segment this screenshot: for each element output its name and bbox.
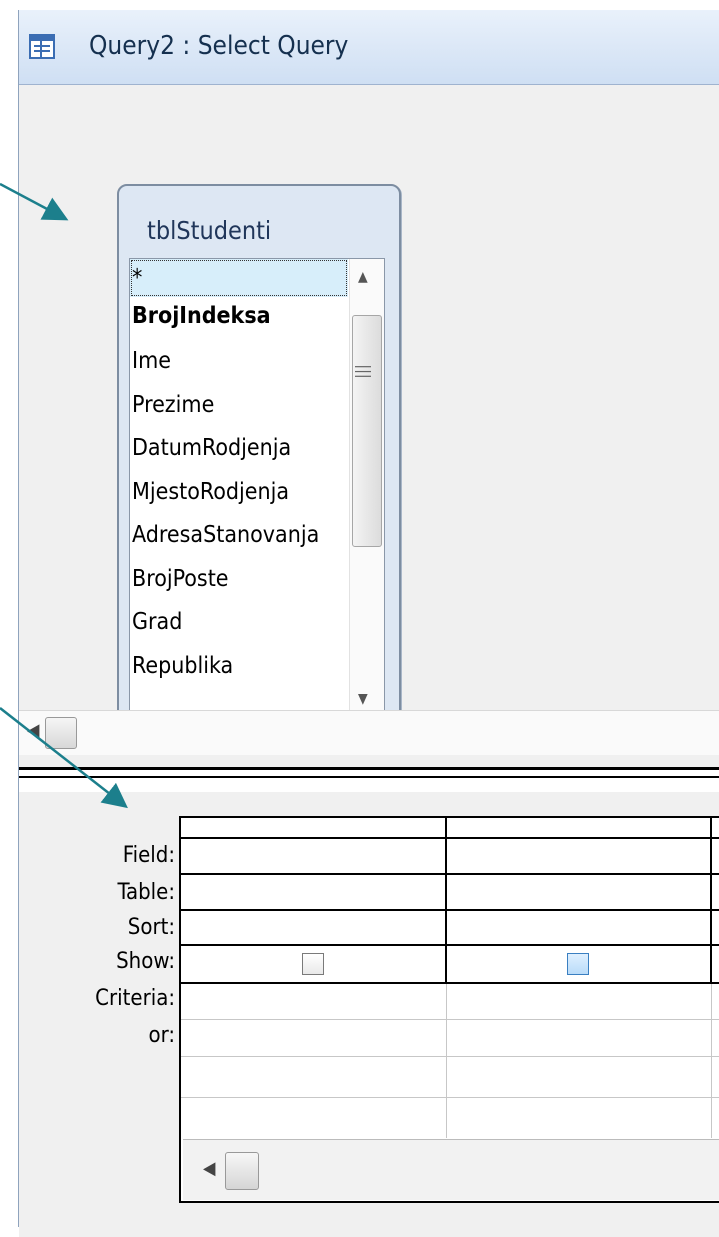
grid-line [181,982,719,984]
grid-line [181,944,719,946]
field-list-item[interactable]: BrojIndeksa [130,297,348,335]
row-label-sort: Sort: [127,915,175,940]
table-pane-hscrollbar[interactable]: ◀ [19,710,719,755]
field-list-scrollbar[interactable]: ▲ ||| ▼ [349,259,384,715]
title-bar[interactable]: Query2 : Select Query [19,10,719,85]
scrollbar-thumb[interactable] [225,1152,259,1190]
table-name: tblStudenti [147,216,272,245]
grid-line [181,1097,719,1098]
field-list-item[interactable]: Grad [130,603,348,641]
pane-splitter[interactable] [19,767,719,795]
arrow-down-icon[interactable]: ▼ [358,691,368,707]
row-label-field: Field: [122,843,175,868]
table-field-list[interactable]: tblStudenti * BrojIndeksa Ime Prezime Da… [117,184,401,744]
row-label-table: Table: [117,880,176,905]
grid-line [181,873,719,875]
arrow-left-icon[interactable]: ◀ [27,720,39,741]
grid-column-divider [446,984,447,1138]
field-list-item[interactable]: DatumRodjenja [130,429,348,467]
field-list[interactable]: * BrojIndeksa Ime Prezime DatumRodjenja … [129,258,385,716]
arrow-left-icon[interactable]: ◀ [203,1158,215,1179]
grip-icon: ||| [354,364,374,379]
arrow-up-icon[interactable]: ▲ [358,269,368,285]
grid-line [181,1056,719,1057]
design-grid[interactable]: ◀ [179,816,719,1203]
window-title: Query2 : Select Query [89,31,349,61]
show-checkbox[interactable] [302,953,324,975]
show-checkbox[interactable] [567,953,589,975]
field-list-item[interactable]: Ime [130,342,348,380]
field-list-item[interactable]: Prezime [130,386,348,424]
field-list-item[interactable]: Republika [130,647,348,685]
field-list-item[interactable]: MjestoRodjenja [130,473,348,511]
design-grid-pane: Field: Table: Sort: Show: Criteria: or: … [19,792,719,1237]
grid-line [181,837,719,839]
row-label-criteria: Criteria: [95,986,175,1011]
field-list-item[interactable]: BrojPoste [130,560,348,598]
field-list-item[interactable]: * [130,259,348,297]
grid-column-divider [711,984,712,1138]
row-label-show: Show: [116,949,175,974]
scrollbar-thumb[interactable] [45,717,77,749]
grid-line [181,909,719,911]
scrollbar-thumb[interactable] [352,315,382,547]
query-icon [29,32,55,60]
grid-column-divider[interactable] [445,818,447,984]
query-design-window: Query2 : Select Query tblStudenti * Broj… [18,10,719,1237]
field-list-item[interactable]: AdresaStanovanja [130,516,348,554]
table-pane[interactable]: tblStudenti * BrojIndeksa Ime Prezime Da… [19,85,719,744]
grid-line [181,1019,719,1020]
grid-column-divider[interactable] [710,818,712,984]
design-grid-hscrollbar[interactable]: ◀ [183,1139,719,1200]
row-label-or: or: [148,1023,175,1048]
